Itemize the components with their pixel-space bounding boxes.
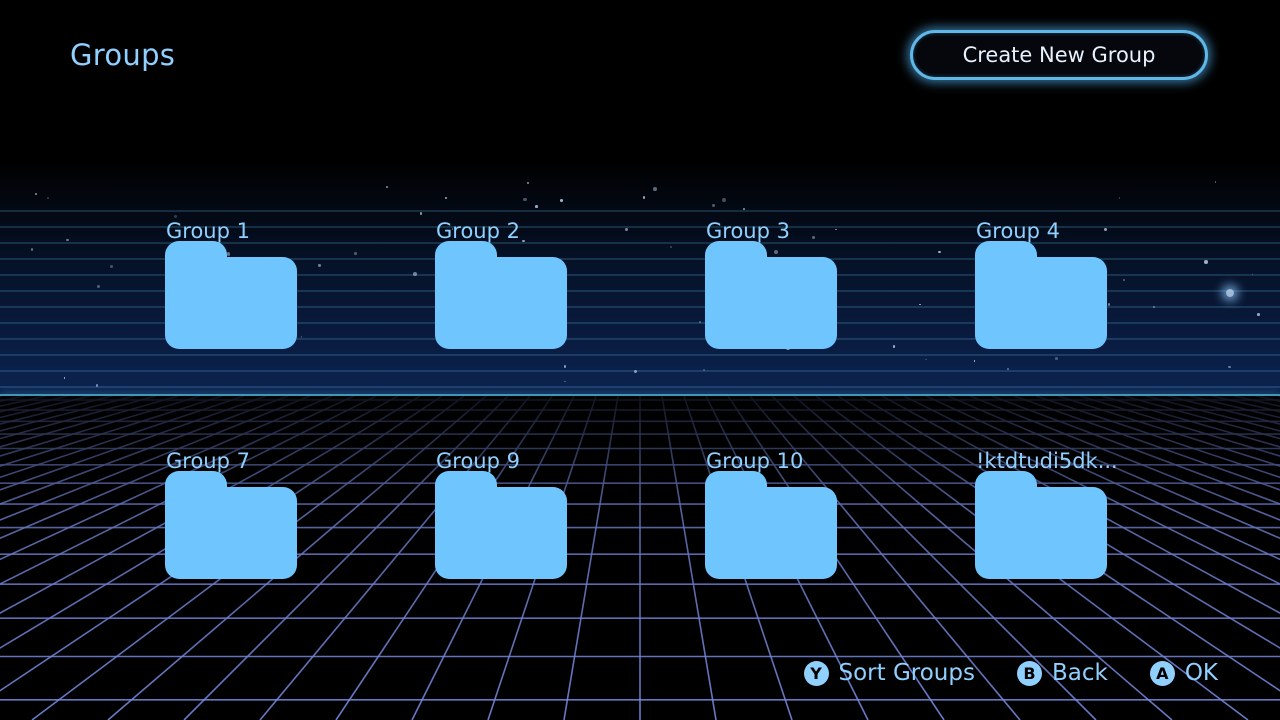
group-label: !ktdtudi5dk...	[976, 449, 1118, 473]
group-label: Group 9	[436, 449, 520, 473]
group-tile[interactable]: Group 9	[435, 449, 575, 589]
b-button-icon: B	[1016, 660, 1042, 686]
folder-icon	[705, 471, 837, 579]
group-label: Group 2	[436, 219, 520, 243]
group-tile[interactable]: !ktdtudi5dk...	[975, 449, 1118, 589]
create-new-group-button[interactable]: Create New Group	[910, 30, 1208, 80]
group-tile[interactable]: Group 7	[165, 449, 305, 589]
folder-icon	[435, 241, 567, 349]
ok-hint[interactable]: A OK	[1149, 660, 1218, 686]
folder-icon	[165, 241, 297, 349]
button-hints-bar: Y Sort Groups B Back A OK	[803, 660, 1218, 686]
hint-label: Back	[1051, 660, 1108, 686]
group-label: Group 3	[706, 219, 790, 243]
groups-screen: Groups Create New Group Group 1 Group 2 …	[0, 0, 1280, 720]
hint-label: Sort Groups	[838, 660, 975, 686]
group-label: Group 7	[166, 449, 250, 473]
folder-icon	[975, 241, 1107, 349]
page-title: Groups	[70, 38, 176, 72]
sort-groups-hint[interactable]: Y Sort Groups	[803, 660, 975, 686]
group-tile[interactable]: Group 2	[435, 219, 575, 359]
folder-icon	[165, 471, 297, 579]
back-hint[interactable]: B Back	[1016, 660, 1108, 686]
group-label: Group 4	[976, 219, 1060, 243]
folder-icon	[705, 241, 837, 349]
a-button-icon: A	[1149, 660, 1175, 686]
group-label: Group 10	[706, 449, 804, 473]
folder-icon	[435, 471, 567, 579]
group-tile[interactable]: Group 3	[705, 219, 845, 359]
group-tile[interactable]: Group 4	[975, 219, 1115, 359]
group-tile[interactable]: Group 1	[165, 219, 305, 359]
folder-icon	[975, 471, 1107, 579]
hint-label: OK	[1184, 660, 1218, 686]
group-label: Group 1	[166, 219, 250, 243]
y-button-icon: Y	[803, 660, 829, 686]
group-tile[interactable]: Group 10	[705, 449, 845, 589]
